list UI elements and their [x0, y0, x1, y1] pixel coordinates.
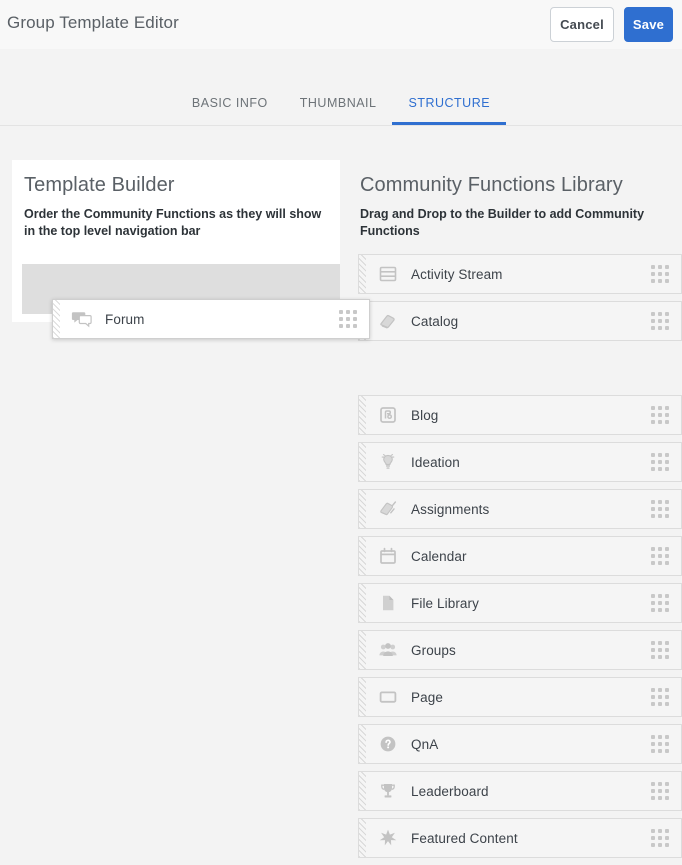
- list-item-file-library[interactable]: File Library: [358, 583, 682, 623]
- assignments-icon: [377, 498, 399, 520]
- drag-handle-icon[interactable]: [651, 500, 669, 518]
- forum-icon: [71, 308, 93, 330]
- tab-thumbnail[interactable]: THUMBNAIL: [284, 96, 393, 125]
- ideation-icon: [377, 451, 399, 473]
- file-library-icon: [377, 592, 399, 614]
- drag-grip-strip: [53, 300, 60, 338]
- drag-handle-icon[interactable]: [651, 265, 669, 283]
- drag-grip-strip: [359, 490, 366, 528]
- qna-icon: [377, 733, 399, 755]
- dragged-function-card-forum[interactable]: Forum: [52, 299, 370, 339]
- blog-icon: [377, 404, 399, 426]
- catalog-icon: [377, 310, 399, 332]
- template-builder-panel: Template Builder Order the Community Fun…: [12, 160, 340, 322]
- drag-handle-icon[interactable]: [651, 735, 669, 753]
- drag-grip-strip: [359, 725, 366, 763]
- drag-grip-strip: [359, 631, 366, 669]
- tab-basic-info[interactable]: BASIC INFO: [176, 96, 284, 125]
- list-item-assignments[interactable]: Assignments: [358, 489, 682, 529]
- list-item-blog[interactable]: Blog: [358, 395, 682, 435]
- tab-strip: BASIC INFO THUMBNAIL STRUCTURE: [0, 49, 682, 126]
- list-item-featured-content[interactable]: Featured Content: [358, 818, 682, 858]
- list-item-qna[interactable]: QnA: [358, 724, 682, 764]
- drag-handle-icon[interactable]: [651, 782, 669, 800]
- drag-handle-icon[interactable]: [651, 453, 669, 471]
- community-functions-library-panel: Community Functions Library Drag and Dro…: [358, 160, 682, 865]
- drag-grip-strip: [359, 537, 366, 575]
- library-subtitle: Drag and Drop to the Builder to add Comm…: [360, 207, 645, 238]
- save-button[interactable]: Save: [624, 7, 673, 42]
- drag-handle-icon[interactable]: [651, 641, 669, 659]
- list-item-label: Groups: [411, 642, 456, 658]
- drag-grip-strip: [359, 584, 366, 622]
- drag-grip-strip: [359, 819, 366, 857]
- list-item-calendar[interactable]: Calendar: [358, 536, 682, 576]
- empty-drag-source-slot: [358, 348, 682, 395]
- list-item-leaderboard[interactable]: Leaderboard: [358, 771, 682, 811]
- drag-grip-strip: [359, 443, 366, 481]
- template-builder-subtitle: Order the Community Functions as they wi…: [24, 207, 322, 238]
- list-item-groups[interactable]: Groups: [358, 630, 682, 670]
- cancel-button[interactable]: Cancel: [550, 7, 614, 42]
- drag-handle-icon[interactable]: [651, 312, 669, 330]
- list-item-label: Leaderboard: [411, 783, 489, 799]
- drag-handle-icon[interactable]: [651, 547, 669, 565]
- list-item-label: Assignments: [411, 501, 490, 517]
- page-title: Group Template Editor: [7, 13, 179, 32]
- list-item-label: Blog: [411, 407, 439, 423]
- list-item-label: Activity Stream: [411, 266, 503, 282]
- list-item-activity-stream[interactable]: Activity Stream: [358, 254, 682, 294]
- drag-grip-strip: [359, 255, 366, 293]
- tab-list: BASIC INFO THUMBNAIL STRUCTURE: [0, 96, 682, 125]
- groups-icon: [377, 639, 399, 661]
- drag-handle-icon[interactable]: [651, 688, 669, 706]
- leaderboard-icon: [377, 780, 399, 802]
- tab-structure[interactable]: STRUCTURE: [392, 96, 507, 125]
- list-item-label: Page: [411, 689, 443, 705]
- template-builder-header: Template Builder Order the Community Fun…: [12, 160, 340, 240]
- header-actions: Cancel Save: [550, 7, 673, 42]
- drag-grip-strip: [359, 772, 366, 810]
- list-item-page[interactable]: Page: [358, 677, 682, 717]
- drag-handle-icon[interactable]: [339, 310, 357, 328]
- template-builder-title: Template Builder: [24, 174, 175, 196]
- activity-stream-icon: [377, 263, 399, 285]
- drag-handle-icon[interactable]: [651, 406, 669, 424]
- list-item-label: File Library: [411, 595, 479, 611]
- dragged-function-label: Forum: [105, 311, 145, 327]
- drag-grip-strip: [359, 678, 366, 716]
- list-item-label: QnA: [411, 736, 439, 752]
- drag-handle-icon[interactable]: [651, 829, 669, 847]
- calendar-icon: [377, 545, 399, 567]
- list-item-label: Catalog: [411, 313, 459, 329]
- list-item-catalog[interactable]: Catalog: [358, 301, 682, 341]
- library-title: Community Functions Library: [360, 174, 623, 196]
- list-item-label: Ideation: [411, 454, 460, 470]
- list-item-ideation[interactable]: Ideation: [358, 442, 682, 482]
- drag-handle-icon[interactable]: [651, 594, 669, 612]
- list-item-label: Featured Content: [411, 830, 518, 846]
- featured-content-icon: [377, 827, 399, 849]
- drag-grip-strip: [359, 396, 366, 434]
- page-icon: [377, 686, 399, 708]
- app-header: Group Template Editor Cancel Save: [0, 0, 682, 49]
- library-item-list: Activity Stream Catalog Blog Ideation As…: [358, 254, 682, 858]
- library-header: Community Functions Library Drag and Dro…: [358, 160, 682, 240]
- list-item-label: Calendar: [411, 548, 467, 564]
